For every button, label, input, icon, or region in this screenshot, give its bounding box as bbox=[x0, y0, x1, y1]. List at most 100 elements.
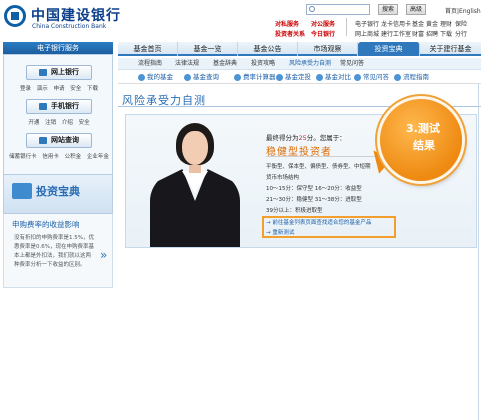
retest-link[interactable]: → 重新测试 bbox=[266, 228, 294, 236]
logo-cn-text: 中国建设银行 bbox=[31, 8, 121, 24]
fee-calculator-button[interactable]: 费率计算器 bbox=[234, 72, 276, 83]
promo-investor[interactable]: 投资者关系 bbox=[275, 29, 305, 38]
calculator-icon bbox=[234, 73, 241, 81]
subnav-process[interactable]: 流程指南 bbox=[138, 58, 162, 70]
link-finance[interactable]: 理财 bbox=[440, 19, 452, 28]
promo-corporate[interactable]: 对公服务 bbox=[311, 19, 335, 28]
go-fund-list-link[interactable]: → 前往基金列表页面查找适合您的基金产品 bbox=[266, 218, 371, 226]
top-nav: 基金首页 基金一览 基金公告 市场观察 投资宝典 关于建行基金 bbox=[118, 42, 481, 56]
search-input[interactable] bbox=[306, 4, 370, 15]
content-right-border bbox=[478, 84, 479, 420]
faq-button[interactable]: 常见问答 bbox=[354, 72, 389, 83]
callout-line-2: 结果 bbox=[413, 139, 435, 152]
subnav-risk-test[interactable]: 风险承受力自测 bbox=[289, 58, 331, 70]
callout-line-1: 3.测试 bbox=[406, 122, 440, 135]
invest-guide-banner[interactable]: 投资宝典 bbox=[3, 174, 113, 214]
fund-query-label: 基金查询 bbox=[193, 73, 219, 81]
mobile-cancel-link[interactable]: 注销 bbox=[45, 120, 56, 126]
my-fund-label: 我的基金 bbox=[147, 73, 173, 81]
article-text: 没有折扣的申购费率是1.5%，优惠费率是0.6%，现在申购费率基本上都是外扣法，… bbox=[14, 235, 94, 268]
credit-card-link[interactable]: 信用卡 bbox=[42, 154, 59, 160]
site-query-button[interactable]: 网站查询 bbox=[26, 133, 92, 148]
fund-fixed-invest-label: 基金定投 bbox=[285, 73, 311, 81]
promo-personal[interactable]: 对私服务 bbox=[275, 19, 299, 28]
link-insurance[interactable]: 保险 bbox=[455, 19, 467, 28]
invest-guide-title: 投资宝典 bbox=[36, 185, 80, 198]
site-query-label: 网站查询 bbox=[51, 136, 79, 144]
site-query-links: 储蓄银行卡 信用卡 公积金 企业年金 bbox=[4, 152, 114, 160]
phone-icon bbox=[39, 102, 47, 110]
promo-today[interactable]: 今日银行 bbox=[311, 29, 335, 38]
mobile-security-link[interactable]: 安全 bbox=[79, 120, 90, 126]
link-ebank[interactable]: 电子银行 bbox=[355, 19, 379, 28]
desc-line-5: 39分以上：积极进取型 bbox=[266, 208, 323, 214]
search-button[interactable]: 搜索 bbox=[378, 4, 398, 15]
mobile-bank-links: 开通 注销 介绍 安全 bbox=[4, 118, 114, 126]
fund-query-button[interactable]: 基金查询 bbox=[184, 72, 219, 83]
desc-line-3: 10～15分：保守型 16～20分：收益型 bbox=[266, 186, 362, 192]
online-bank-button[interactable]: 网上银行 bbox=[26, 65, 92, 80]
coin-icon bbox=[276, 73, 283, 81]
ccb-logo[interactable]: 中国建设银行 China Construction Bank bbox=[4, 4, 124, 34]
sub-nav: 流程指南 法律法规 基金辞典 投资攻略 风险承受力自测 常见问答 bbox=[118, 58, 481, 70]
article-headline[interactable]: 申购费率的收益影响 bbox=[12, 219, 80, 230]
subnav-faq[interactable]: 常见问答 bbox=[340, 58, 364, 70]
desc-line-4: 21～30分：稳健型 31～38分：进取型 bbox=[266, 197, 362, 203]
link-gold[interactable]: 黄金 bbox=[426, 19, 438, 28]
tab-fund-home[interactable]: 基金首页 bbox=[118, 42, 178, 56]
link-fund[interactable]: 基金 bbox=[412, 19, 424, 28]
link-branch[interactable]: 分行 bbox=[455, 29, 467, 38]
compare-icon bbox=[316, 73, 323, 81]
link-mall[interactable]: 网上商城 bbox=[355, 29, 379, 38]
online-security-link[interactable]: 安全 bbox=[70, 86, 81, 92]
link-recruit[interactable]: 招聘 bbox=[426, 29, 438, 38]
housing-fund-link[interactable]: 公积金 bbox=[65, 154, 82, 160]
annuity-link[interactable]: 企业年金 bbox=[87, 154, 109, 160]
online-bank-label: 网上银行 bbox=[51, 68, 79, 76]
link-wealth[interactable]: 财富 bbox=[412, 29, 424, 38]
businesswoman-image bbox=[144, 123, 244, 247]
search-icon bbox=[309, 6, 315, 12]
fund-compare-button[interactable]: 基金对比 bbox=[316, 72, 351, 83]
ccb-logo-icon bbox=[4, 5, 26, 27]
advanced-search-button[interactable]: 高级 bbox=[406, 4, 426, 15]
link-creditcard[interactable]: 龙卡信用卡 bbox=[381, 19, 411, 28]
subnav-law[interactable]: 法律法规 bbox=[175, 58, 199, 70]
next-arrow-icon[interactable]: » bbox=[100, 248, 107, 262]
logo-en-text: China Construction Bank bbox=[32, 23, 107, 30]
subnav-dictionary[interactable]: 基金辞典 bbox=[213, 58, 237, 70]
online-demo-link[interactable]: 演示 bbox=[37, 86, 48, 92]
fee-calculator-label: 费率计算器 bbox=[243, 73, 276, 81]
score-prefix: 最终得分为 bbox=[266, 134, 299, 142]
my-fund-button[interactable]: 我的基金 bbox=[138, 72, 173, 83]
guide-icon bbox=[394, 73, 401, 81]
link-download[interactable]: 下载 bbox=[440, 29, 452, 38]
search-icon bbox=[184, 73, 191, 81]
online-login-link[interactable]: 登录 bbox=[20, 86, 31, 92]
score-suffix: 分。您属于： bbox=[306, 134, 346, 142]
tab-fund-notice[interactable]: 基金公告 bbox=[238, 42, 298, 56]
home-english-link[interactable]: 首页|English bbox=[445, 6, 481, 15]
mobile-bank-button[interactable]: 手机银行 bbox=[26, 99, 92, 114]
online-download-link[interactable]: 下载 bbox=[87, 86, 98, 92]
query-icon bbox=[39, 136, 47, 144]
tab-invest-guide[interactable]: 投资宝典 bbox=[358, 42, 420, 56]
score-text: 最终得分为25分。您属于： bbox=[266, 132, 346, 142]
online-bank-links: 登录 演示 申请 安全 下载 bbox=[4, 84, 114, 92]
invest-guide-panel: 申购费率的收益影响 没有折扣的申购费率是1.5%，优惠费率是0.6%，现在申购费… bbox=[3, 214, 113, 288]
action-bar: 我的基金 基金查询 费率计算器 基金定投 基金对比 常见问答 流程指南 bbox=[118, 71, 481, 84]
tab-market-watch[interactable]: 市场观察 bbox=[298, 42, 358, 56]
savings-card-link[interactable]: 储蓄银行卡 bbox=[9, 154, 37, 160]
desc-line-2: 货币市场结构 bbox=[266, 175, 300, 181]
tab-about-ccb-fund[interactable]: 关于建行基金 bbox=[420, 42, 481, 56]
subnav-strategy[interactable]: 投资攻略 bbox=[251, 58, 275, 70]
tab-fund-list[interactable]: 基金一览 bbox=[178, 42, 238, 56]
link-studio[interactable]: 建行工作室 bbox=[381, 29, 411, 38]
mobile-intro-link[interactable]: 介绍 bbox=[62, 120, 73, 126]
process-guide-button[interactable]: 流程指南 bbox=[394, 72, 429, 83]
mobile-open-link[interactable]: 开通 bbox=[28, 120, 39, 126]
fund-compare-label: 基金对比 bbox=[325, 73, 351, 81]
online-apply-link[interactable]: 申请 bbox=[53, 86, 64, 92]
my-fund-icon bbox=[138, 73, 145, 81]
fund-fixed-invest-button[interactable]: 基金定投 bbox=[276, 72, 311, 83]
